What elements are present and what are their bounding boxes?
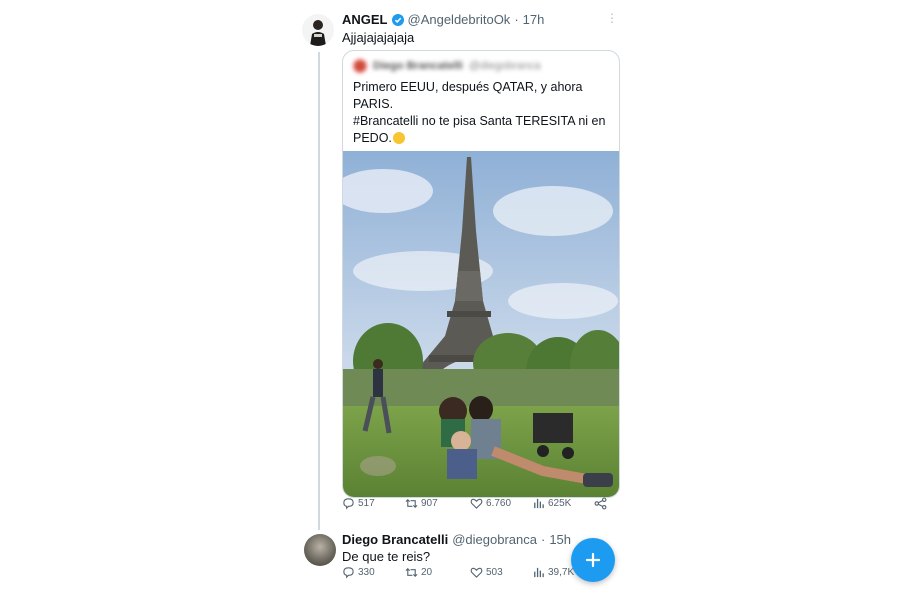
- reply-button[interactable]: 330: [342, 566, 375, 579]
- views-icon: [534, 567, 544, 577]
- heart-icon: [470, 498, 483, 509]
- compose-plus-icon: [585, 552, 601, 568]
- retweet-icon: [405, 567, 418, 577]
- quoted-text-line: #Brancatelli no te pisa Santa TERESITA n…: [353, 113, 611, 130]
- heart-icon: [470, 567, 483, 578]
- quoted-tweet-text: Primero EEUU, después QATAR, y ahora PAR…: [353, 79, 611, 147]
- retweet-count: 20: [421, 566, 433, 578]
- eiffel-tower-photo[interactable]: [343, 151, 619, 497]
- share-icon: [594, 497, 607, 509]
- like-button[interactable]: 6.760: [470, 497, 511, 510]
- reply-button[interactable]: 517: [342, 497, 375, 510]
- reply-count: 330: [358, 566, 375, 578]
- retweet-count: 907: [421, 497, 438, 509]
- like-button[interactable]: 503: [470, 566, 503, 579]
- verified-badge-icon: [391, 13, 404, 26]
- tweet-text: Ajjajajajajaja: [342, 30, 415, 45]
- retweet-icon: [405, 498, 418, 508]
- quoted-text-line: PARIS.: [353, 97, 394, 111]
- reply-avatar[interactable]: [304, 534, 336, 566]
- views-count: 625K: [548, 497, 572, 509]
- retweet-button[interactable]: 907: [405, 497, 438, 510]
- author-handle[interactable]: @AngeldebritoOk: [408, 12, 511, 27]
- quoted-text-line: PEDO.: [353, 130, 611, 147]
- reply-author-name[interactable]: Diego Brancatelli: [342, 532, 448, 547]
- smirk-emoji: [392, 132, 405, 144]
- reply-count: 517: [358, 497, 375, 509]
- share-button[interactable]: [594, 497, 607, 510]
- more-options-icon[interactable]: ⋮: [606, 12, 618, 24]
- author-name[interactable]: ANGEL: [342, 12, 388, 27]
- tweet-thread: ANGEL @AngeldebritoOk · 17h ⋮ Ajjajajaja…: [0, 0, 900, 600]
- views-button[interactable]: 625K: [532, 497, 571, 510]
- quoted-author-name: Diego Brancatelli: [373, 60, 463, 72]
- quoted-tweet-header: Diego Brancatelli @diegobranca: [353, 59, 541, 73]
- quoted-tweet-card[interactable]: Diego Brancatelli @diegobranca Primero E…: [342, 50, 620, 498]
- reply-icon: [343, 566, 354, 578]
- views-button[interactable]: 39,7K: [532, 566, 574, 579]
- hashtag-line: #Brancatelli no te pisa Santa TERESITA n…: [353, 114, 606, 128]
- reply-author-handle[interactable]: @diegobranca: [452, 532, 537, 547]
- reply-header: Diego Brancatelli @diegobranca · 15h: [342, 532, 571, 547]
- quoted-author-avatar: [353, 59, 367, 73]
- separator: ·: [514, 12, 519, 27]
- views-count: 39,7K: [548, 566, 575, 578]
- reply-timestamp[interactable]: 15h: [549, 532, 571, 547]
- quoted-text-last: PEDO.: [353, 131, 392, 145]
- thread-connector-line: [318, 52, 320, 530]
- quoted-text-line: Primero EEUU, después QATAR, y ahora: [353, 80, 583, 94]
- avatar[interactable]: [302, 14, 334, 46]
- reply-icon: [343, 497, 354, 509]
- timestamp[interactable]: 17h: [523, 12, 545, 27]
- separator: ·: [540, 532, 546, 547]
- retweet-button[interactable]: 20: [405, 566, 432, 579]
- views-icon: [534, 498, 544, 508]
- like-count: 6.760: [486, 497, 512, 509]
- reply-text: De que te reis?: [342, 549, 431, 564]
- quoted-author-handle: @diegobranca: [468, 60, 541, 72]
- compose-button[interactable]: [571, 538, 615, 582]
- like-count: 503: [486, 566, 503, 578]
- tweet-header: ANGEL @AngeldebritoOk · 17h: [342, 12, 544, 27]
